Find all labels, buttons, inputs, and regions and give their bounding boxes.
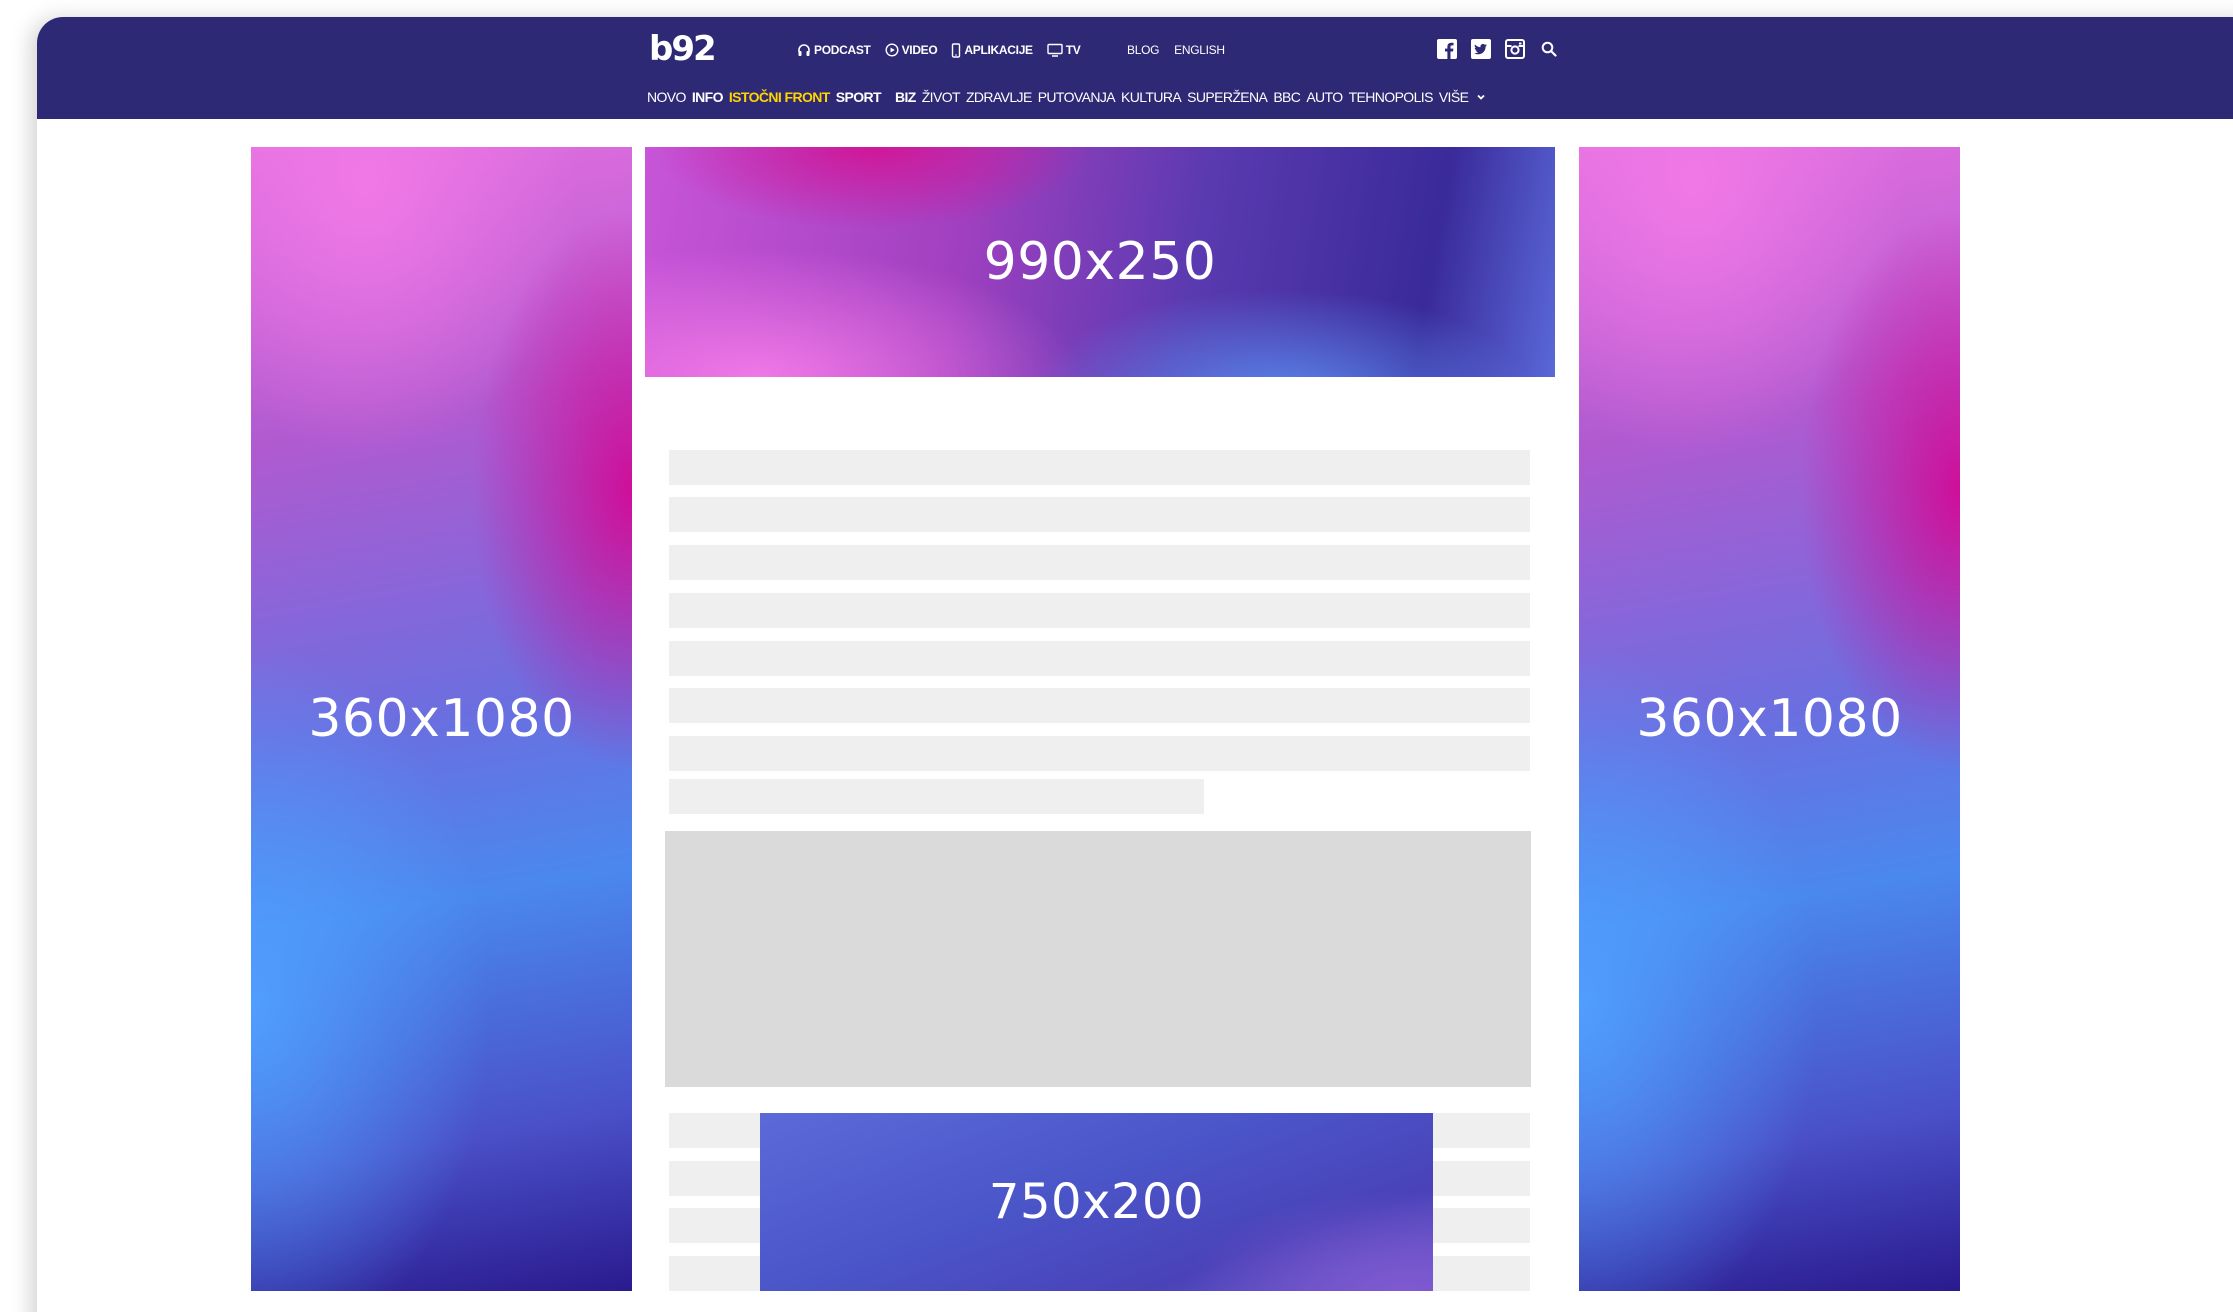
- chevron-down-icon[interactable]: [1476, 93, 1486, 101]
- text-placeholder-line: [669, 688, 1530, 723]
- tv-icon: [1047, 43, 1063, 57]
- site-header: b92 PODCAST VIDEO APLIKACIJE TV BLOG ENG…: [37, 17, 2233, 119]
- nav-superzena[interactable]: SUPERŽENA: [1187, 89, 1268, 105]
- ad-left-skyscraper[interactable]: 360x1080: [251, 147, 632, 1291]
- ad-size-label: 360x1080: [1636, 689, 1903, 749]
- text-placeholder-line: [669, 779, 1204, 814]
- text-placeholder-line: [669, 593, 1530, 628]
- headphones-icon: [798, 44, 810, 56]
- text-placeholder-line: [669, 736, 1530, 771]
- nav-kultura[interactable]: KULTURA: [1121, 89, 1182, 105]
- podcast-link[interactable]: PODCAST: [797, 43, 871, 57]
- apps-link[interactable]: APLIKACIJE: [951, 42, 1033, 58]
- nav-novo[interactable]: NOVO: [647, 89, 686, 105]
- english-link[interactable]: ENGLISH: [1174, 43, 1225, 57]
- search-icon[interactable]: [1538, 38, 1560, 60]
- twitter-icon[interactable]: [1470, 38, 1492, 60]
- blog-link[interactable]: BLOG: [1127, 43, 1159, 57]
- tv-label: TV: [1065, 43, 1081, 57]
- text-placeholder-line: [669, 450, 1530, 485]
- blog-label: BLOG: [1127, 43, 1160, 57]
- ad-right-skyscraper[interactable]: 360x1080: [1579, 147, 1960, 1291]
- ad-size-label: 750x200: [988, 1174, 1205, 1230]
- site-logo[interactable]: b92: [649, 31, 717, 67]
- nav-zdravlje[interactable]: ZDRAVLJE: [966, 89, 1032, 105]
- top-links: PODCAST VIDEO APLIKACIJE TV: [797, 40, 1095, 60]
- nav-bbc[interactable]: BBC: [1273, 89, 1301, 105]
- nav-biz[interactable]: BIZ: [895, 89, 916, 105]
- page: b92 PODCAST VIDEO APLIKACIJE TV BLOG ENG…: [0, 0, 2233, 1312]
- ad-size-label: 990x250: [983, 232, 1217, 292]
- media-placeholder: [665, 831, 1531, 1087]
- text-placeholder-line: [669, 497, 1530, 532]
- video-label: VIDEO: [901, 43, 938, 57]
- ad-inline-banner[interactable]: 750x200: [760, 1113, 1433, 1291]
- instagram-icon[interactable]: [1504, 38, 1526, 60]
- text-placeholder-line: [669, 641, 1530, 676]
- text-placeholder-line: [669, 545, 1530, 580]
- facebook-icon[interactable]: [1436, 38, 1458, 60]
- ad-top-billboard[interactable]: 990x250: [645, 147, 1555, 377]
- nav-putovanja[interactable]: PUTOVANJA: [1038, 89, 1116, 105]
- apps-label: APLIKACIJE: [964, 43, 1033, 57]
- nav-zivot[interactable]: ŽIVOT: [922, 89, 961, 105]
- nav-auto[interactable]: AUTO: [1306, 89, 1343, 105]
- play-circle-icon: [885, 43, 899, 57]
- nav-vise[interactable]: VIŠE: [1439, 89, 1469, 105]
- ad-size-label: 360x1080: [308, 689, 575, 749]
- nav-info[interactable]: INFO: [692, 89, 724, 105]
- nav-istocni-front[interactable]: ISTOČNI FRONT: [729, 89, 830, 105]
- english-label: ENGLISH: [1174, 43, 1225, 57]
- phone-icon: [952, 42, 961, 58]
- social-links: [1436, 38, 1572, 60]
- tv-link[interactable]: TV: [1047, 43, 1081, 57]
- main-nav: NOVO INFO ISTOČNI FRONT SPORT BIZ ŽIVOT …: [647, 87, 1486, 107]
- podcast-label: PODCAST: [814, 43, 871, 57]
- video-link[interactable]: VIDEO: [885, 43, 938, 57]
- secondary-links: BLOG ENGLISH: [1127, 40, 1240, 60]
- nav-sport[interactable]: SPORT: [836, 89, 882, 105]
- nav-tehnopolis[interactable]: TEHNOPOLIS: [1349, 89, 1434, 105]
